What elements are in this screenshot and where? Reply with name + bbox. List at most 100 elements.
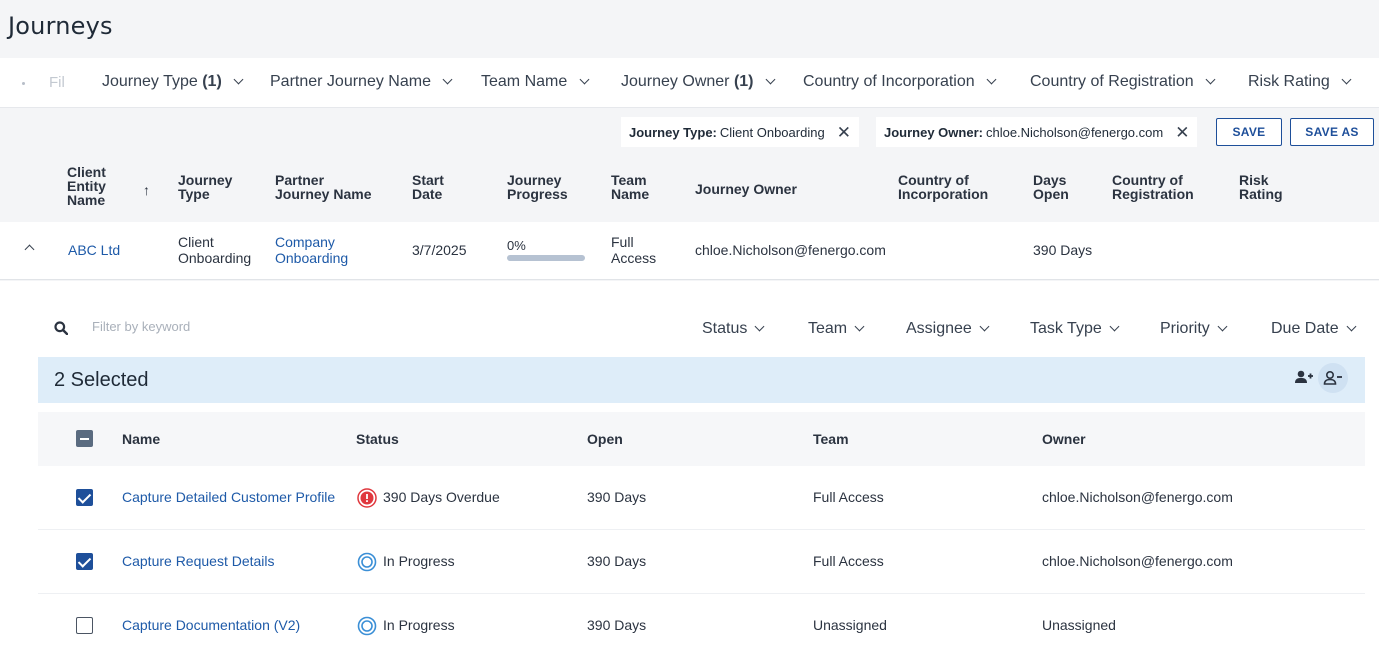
save-as-button[interactable]: SAVE AS xyxy=(1290,118,1374,146)
column-header-days-open[interactable]: Days Open xyxy=(1033,173,1069,201)
cell-line: Onboarding xyxy=(275,250,349,266)
filter-label: Journey Type xyxy=(102,73,198,90)
filter-risk-rating[interactable]: Risk Rating xyxy=(1248,73,1352,91)
column-header-country-of-incorporation[interactable]: Country of Incorporation xyxy=(898,173,988,201)
filter-handle-icon xyxy=(22,82,25,85)
chevron-down-icon xyxy=(754,321,765,332)
unassign-user-icon xyxy=(1323,370,1342,385)
close-icon[interactable]: ✕ xyxy=(837,124,851,141)
select-all-checkbox[interactable] xyxy=(76,430,93,447)
header-line: Date xyxy=(412,186,443,202)
task-filter-assignee[interactable]: Assignee xyxy=(906,320,990,338)
column-header-open[interactable]: Open xyxy=(587,431,623,447)
column-header-country-of-registration[interactable]: Country of Registration xyxy=(1112,173,1194,201)
task-row[interactable]: Capture Detailed Customer Profile 390 Da… xyxy=(38,466,1365,530)
task-status: 390 Days Overdue xyxy=(383,489,500,505)
cell-line: Onboarding xyxy=(178,250,252,266)
save-button[interactable]: SAVE xyxy=(1216,118,1282,146)
filter-journey-type[interactable]: Journey Type (1) xyxy=(102,73,244,91)
assign-user-icon[interactable] xyxy=(1294,369,1314,385)
client-entity-link[interactable]: ABC Ltd xyxy=(68,242,120,258)
header-line: Incorporation xyxy=(898,186,989,202)
unassign-user-button[interactable] xyxy=(1318,363,1348,393)
chip-key: Journey Owner: xyxy=(884,124,983,140)
task-name-link[interactable]: Capture Detailed Customer Profile xyxy=(122,489,335,505)
column-header-risk-rating[interactable]: Risk Rating xyxy=(1239,173,1283,201)
filter-label: Country of Registration xyxy=(1030,73,1194,90)
journey-filter-bar: Fil Journey Type (1) Partner Journey Nam… xyxy=(0,58,1379,108)
row-checkbox[interactable] xyxy=(76,553,93,570)
applied-filter-chip-journey-owner: Journey Owner: chloe.Nicholson@fenergo.c… xyxy=(876,117,1198,147)
task-table-header: Name Status Open Team Owner xyxy=(38,412,1365,466)
chevron-down-icon xyxy=(442,74,453,85)
header-line: Country of xyxy=(1112,172,1183,188)
header-line: Journey xyxy=(178,172,233,188)
column-header-client-entity-name[interactable]: Client Entity Name xyxy=(67,165,106,207)
journey-grid-header: Client Entity Name ↑ Journey Type Partne… xyxy=(0,160,1379,220)
column-header-team-name[interactable]: Team Name xyxy=(611,173,649,201)
chevron-down-icon xyxy=(979,321,990,332)
close-icon[interactable]: ✕ xyxy=(1175,124,1189,141)
column-header-name[interactable]: Name xyxy=(122,431,160,447)
column-header-partner-journey-name[interactable]: Partner Journey Name xyxy=(275,173,371,201)
filter-label: Partner Journey Name xyxy=(270,73,431,90)
filter-country-of-registration[interactable]: Country of Registration xyxy=(1030,73,1216,91)
task-filter-priority[interactable]: Priority xyxy=(1160,320,1228,338)
filter-team-name[interactable]: Team Name xyxy=(481,73,590,91)
filter-label: Journey Owner xyxy=(621,73,730,90)
filter-search-input[interactable]: Fil xyxy=(49,74,65,91)
filter-label: Risk Rating xyxy=(1248,73,1330,90)
task-name-link[interactable]: Capture Documentation (V2) xyxy=(122,617,300,633)
row-checkbox[interactable] xyxy=(76,617,93,634)
cell-line: Full xyxy=(611,234,634,250)
filter-label: Team Name xyxy=(481,73,568,90)
column-header-start-date[interactable]: Start Date xyxy=(412,173,444,201)
journey-row: ABC Ltd Client Onboarding Company Onboar… xyxy=(0,222,1379,280)
task-open: 390 Days xyxy=(587,617,647,633)
task-filter-due-date[interactable]: Due Date xyxy=(1271,320,1357,338)
header-line: Start xyxy=(412,172,444,188)
overdue-status-icon xyxy=(357,488,377,508)
task-search-input[interactable] xyxy=(92,319,492,334)
task-owner: Unassigned xyxy=(1042,617,1116,633)
selected-count: 2 Selected xyxy=(54,369,149,391)
column-header-journey-progress[interactable]: Journey Progress xyxy=(507,173,568,201)
task-filter-team[interactable]: Team xyxy=(808,320,865,338)
filter-journey-owner[interactable]: Journey Owner (1) xyxy=(621,73,776,91)
filter-country-of-incorporation[interactable]: Country of Incorporation xyxy=(803,73,997,91)
column-header-journey-owner[interactable]: Journey Owner xyxy=(695,182,797,196)
task-filter-status[interactable]: Status xyxy=(702,320,765,338)
chevron-down-icon xyxy=(1217,321,1228,332)
chevron-down-icon xyxy=(1341,74,1352,85)
header-line: Name xyxy=(67,192,106,208)
collapse-chevron-up-icon[interactable] xyxy=(24,244,35,255)
header-line: Journey xyxy=(507,172,562,188)
column-header-status[interactable]: Status xyxy=(356,431,399,447)
partner-journey-link[interactable]: Company Onboarding xyxy=(275,234,348,266)
column-header-owner[interactable]: Owner xyxy=(1042,431,1086,447)
filter-count: (1) xyxy=(733,73,754,90)
filter-partner-journey-name[interactable]: Partner Journey Name xyxy=(270,73,453,91)
cell-line: Client xyxy=(178,234,214,250)
task-team: Unassigned xyxy=(813,617,887,633)
column-header-team[interactable]: Team xyxy=(813,431,849,447)
tasks-panel: Status Team Assignee Task Type Priority … xyxy=(0,281,1379,648)
chevron-down-icon xyxy=(986,74,997,85)
header-line: Partner xyxy=(275,172,325,188)
chevron-down-icon xyxy=(1346,321,1357,332)
column-header-journey-type[interactable]: Journey Type xyxy=(178,173,232,201)
chip-key: Journey Type: xyxy=(629,124,717,140)
header-line: Journey Name xyxy=(275,186,372,202)
task-row[interactable]: Capture Documentation (V2) In Progress 3… xyxy=(38,594,1365,648)
task-filter-task-type[interactable]: Task Type xyxy=(1030,320,1120,338)
filter-label: Assignee xyxy=(906,320,972,337)
task-row[interactable]: Capture Request Details In Progress 390 … xyxy=(38,530,1365,594)
task-owner: chloe.Nicholson@fenergo.com xyxy=(1042,553,1233,569)
row-checkbox[interactable] xyxy=(76,489,93,506)
task-owner: chloe.Nicholson@fenergo.com xyxy=(1042,489,1233,505)
task-name-link[interactable]: Capture Request Details xyxy=(122,553,275,569)
journey-progress-bar xyxy=(507,255,585,261)
sort-ascending-icon[interactable]: ↑ xyxy=(143,182,150,198)
search-icon xyxy=(54,321,68,335)
chevron-down-icon xyxy=(579,74,590,85)
